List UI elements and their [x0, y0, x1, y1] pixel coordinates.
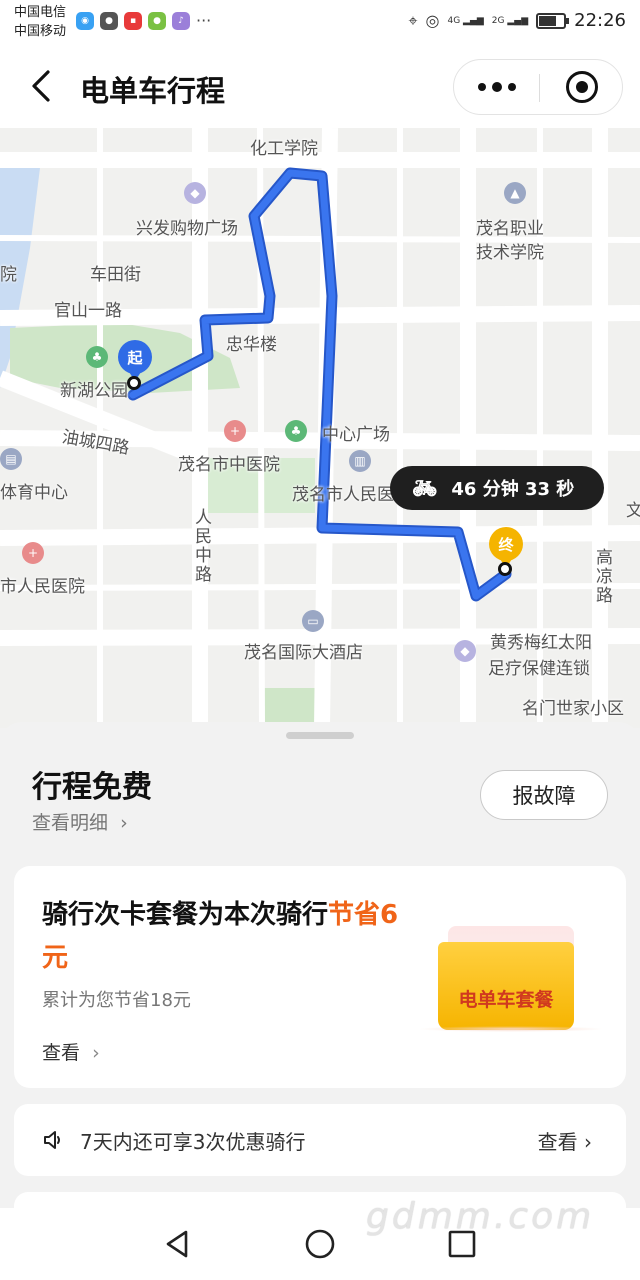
package-view-label: 查看 [42, 1042, 81, 1064]
map-label: 车田街 [90, 265, 141, 285]
battery-icon [536, 12, 570, 29]
chevron-left-icon [32, 70, 50, 102]
map-label: 文 [626, 501, 640, 521]
map-label: 市人民医院 [0, 577, 85, 597]
watermark: gdmm.com [366, 1196, 595, 1237]
map-label: 茂名市中医院 [178, 455, 280, 475]
promo-row[interactable]: 7天内还可享3次优惠骑行 查看 › [14, 1104, 626, 1176]
school-poi-icon: ▲ [504, 182, 526, 204]
bike-icon: 🚲︎ [412, 476, 438, 500]
map-label: 名门世家小区 [522, 699, 624, 719]
news-app-icon: ▪ [124, 12, 142, 30]
trip-cost-title: 行程免费 [32, 770, 152, 805]
package-headline: 骑行次卡套餐为本次骑行节省6元 [42, 894, 422, 980]
government-poi-icon: ▥ [349, 450, 371, 472]
park-poi-icon: ♣ [86, 346, 108, 368]
start-point [127, 376, 141, 390]
end-marker[interactable]: 终 [489, 527, 523, 568]
nav-home-icon[interactable] [304, 1228, 336, 1260]
app-notification-icon: ◉ [76, 12, 94, 30]
start-marker[interactable]: 起 [118, 340, 152, 381]
view-detail-label: 查看明细 [32, 812, 109, 834]
map-label: 新湖公园 [60, 381, 128, 401]
speaker-icon [44, 1131, 60, 1149]
more-notifications-icon: ··· [196, 11, 212, 30]
package-headline-text: 骑行次卡套餐为本次骑行 [42, 900, 329, 930]
sheet-drag-handle[interactable] [286, 732, 354, 739]
ride-duration-pill: 🚲︎ 46 分钟 33 秒 [390, 466, 604, 510]
map-label: 中心广场 [322, 425, 390, 445]
total-savings: 累计为您节省18元 [42, 990, 191, 1011]
promo-text: 7天内还可享3次优惠骑行 [80, 1130, 306, 1154]
clock: 22:26 [574, 10, 626, 31]
package-view-link[interactable]: 查看 › [42, 1038, 100, 1065]
music-icon: ♪ [172, 12, 190, 30]
shopping-poi-icon: ◆ [454, 640, 476, 662]
miniprogram-capsule [453, 59, 623, 115]
end-point [498, 562, 512, 576]
nav-back-icon[interactable] [162, 1228, 194, 1260]
map-label: 忠华楼 [226, 335, 277, 355]
hospital-poi-icon: + [22, 542, 44, 564]
route-map[interactable]: 化工学院 兴发购物广场 茂名职业 技术学院 院 车田街 官山一路 忠华楼 新湖公… [0, 128, 640, 728]
target-icon [566, 71, 598, 103]
wechat-icon: ● [100, 12, 118, 30]
carrier-1: 中国电信 [14, 5, 67, 20]
map-label: 茂名国际大酒店 [244, 643, 363, 663]
page-title: 电单车行程 [80, 74, 226, 108]
eye-icon: ◎ [425, 11, 440, 30]
close-miniprogram-button[interactable] [540, 60, 624, 114]
app-icon-green: ● [148, 12, 166, 30]
map-label: 兴发购物广场 [136, 219, 238, 239]
square-poi-icon: ♣ [285, 420, 307, 442]
map-label: 技术学院 [476, 243, 544, 263]
chevron-right-icon: › [120, 812, 128, 834]
map-label: 院 [0, 265, 17, 285]
stadium-poi-icon: ▤ [0, 448, 22, 470]
carrier-labels: 中国电信 中国移动 [14, 3, 66, 41]
nav-bar: 电单车行程 [0, 44, 640, 128]
more-button[interactable] [454, 60, 539, 114]
promo-view-link[interactable]: 查看 › [538, 1126, 592, 1155]
signal-2: 2G ▂▄▆ [491, 15, 529, 26]
package-illustration[interactable]: 电单车套餐 [418, 922, 604, 1046]
hotel-poi-icon: ▭ [302, 610, 324, 632]
map-label: 人民中路 [191, 508, 211, 584]
carrier-2: 中国移动 [14, 24, 67, 39]
location-icon: ⌖ [408, 10, 418, 30]
trip-detail-sheet: 行程免费 查看明细 › 报故障 骑行次卡套餐为本次骑行节省6元 累计为您节省18… [0, 722, 640, 1232]
hospital-poi-icon: + [224, 420, 246, 442]
status-bar: 中国电信 中国移动 ◉ ● ▪ ● ♪ ··· ⌖ ◎ 4G ▂▄▆ 2G ▂▄… [0, 0, 640, 44]
ride-duration: 46 分钟 33 秒 [451, 479, 575, 500]
map-label: 官山一路 [54, 301, 122, 321]
package-shadow [418, 1026, 604, 1032]
chevron-right-icon: › [92, 1042, 100, 1064]
package-card: 骑行次卡套餐为本次骑行节省6元 累计为您节省18元 查看 › 电单车套餐 [14, 866, 626, 1088]
view-detail-link[interactable]: 查看明细 › [32, 808, 128, 835]
package-envelope: 电单车套餐 [438, 942, 574, 1030]
map-label: 体育中心 [0, 483, 68, 503]
signal-1: 4G ▂▄▆ [447, 15, 484, 26]
map-label: 茂名职业 [476, 219, 544, 239]
report-fault-button[interactable]: 报故障 [480, 770, 608, 820]
status-right: ⌖ ◎ 4G ▂▄▆ 2G ▂▄▆ 22:26 [408, 10, 626, 31]
map-label: 黄秀梅红太阳 [490, 633, 592, 653]
back-button[interactable] [22, 62, 62, 110]
map-label: 高凉路 [592, 548, 612, 605]
status-app-icons: ◉ ● ▪ ● ♪ ··· [76, 12, 211, 30]
shopping-poi-icon: ◆ [184, 182, 206, 204]
map-label: 足疗保健连锁 [488, 659, 590, 679]
map-label: 化工学院 [250, 139, 318, 159]
